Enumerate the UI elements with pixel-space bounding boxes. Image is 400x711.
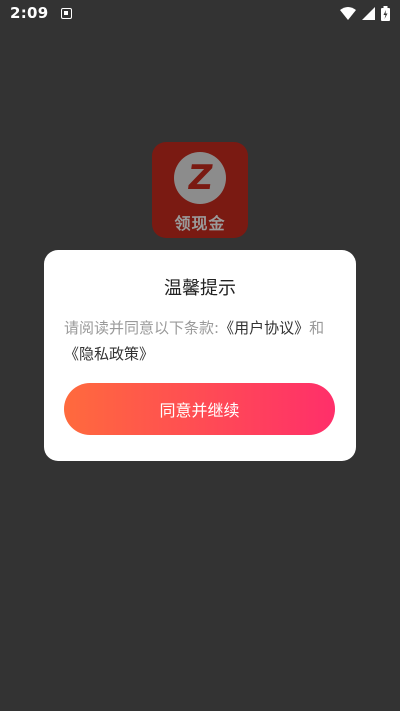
dialog-message: 请阅读并同意以下条款:《用户协议》和《隐私政策》 (64, 315, 336, 367)
app-logo: Z 领现金 (152, 142, 248, 238)
status-time: 2:09 (10, 4, 49, 22)
privacy-dialog: 温馨提示 请阅读并同意以下条款:《用户协议》和《隐私政策》 同意并继续 (44, 250, 356, 461)
battery-icon (381, 5, 390, 21)
privacy-policy-link[interactable]: 《隐私政策》 (64, 345, 154, 363)
wifi-icon (340, 6, 356, 20)
agree-continue-button[interactable]: 同意并继续 (64, 383, 335, 435)
notification-icon (60, 7, 72, 19)
status-bar: 2:09 (0, 0, 400, 26)
dialog-title: 温馨提示 (164, 278, 236, 299)
signal-icon (362, 6, 375, 20)
logo-text: 领现金 (174, 214, 226, 233)
status-left: 2:09 (10, 4, 72, 22)
message-prefix: 请阅读并同意以下条款: (64, 319, 220, 337)
logo-letter: Z (184, 158, 216, 198)
user-agreement-link[interactable]: 《用户协议》 (219, 319, 309, 337)
message-conjunction: 和 (309, 319, 325, 337)
logo-emblem-icon: Z (174, 152, 226, 204)
status-right (340, 5, 390, 21)
